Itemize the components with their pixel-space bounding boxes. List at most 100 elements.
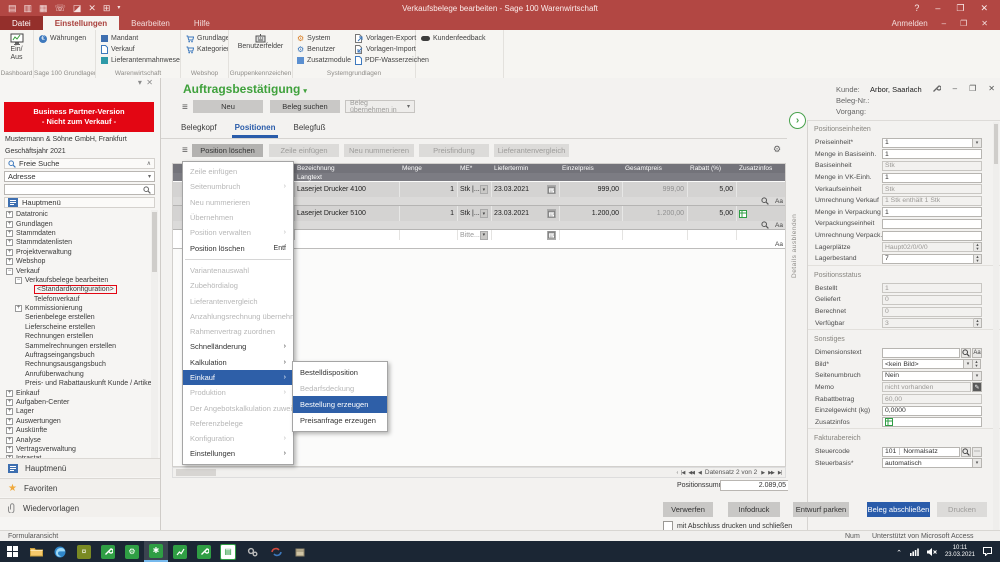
column-header-gesamtpreis[interactable]: Gesamtpreis [622, 164, 687, 173]
tree-item-aufgaben-center[interactable]: +Aufgaben-Center [2, 398, 151, 407]
footer-button-entwurf-parken[interactable]: Entwurf parken [793, 502, 849, 517]
close-icon[interactable]: ✕ [981, 19, 988, 28]
tree-item-verkaufsbelege-bearbeiten[interactable]: −Verkaufsbelege bearbeiten [2, 276, 151, 285]
beleg-uebernehmen-select[interactable]: Beleg übernehmen in▾ [345, 100, 415, 113]
expand-icon[interactable]: + [6, 437, 13, 444]
cell-me[interactable]: Stk |...▾ [457, 182, 491, 197]
expand-icon[interactable]: + [6, 390, 13, 397]
tree-item-rechnungen-erstellen[interactable]: Rechnungen erstellen [2, 332, 151, 341]
tree-item-vertragsverwaltung[interactable]: +Vertragsverwaltung [2, 445, 151, 454]
edit-pencil-icon[interactable]: ✎ [972, 382, 982, 392]
search-icon[interactable] [961, 348, 971, 358]
field-input[interactable] [882, 219, 982, 229]
cell-rabatt[interactable]: 5,00 [687, 182, 736, 197]
text-format-icon[interactable]: Aa [775, 241, 783, 248]
chevron-down-icon[interactable]: ▾ [973, 458, 982, 468]
save-icon[interactable]: ▤ [8, 0, 17, 16]
search-icon[interactable] [761, 221, 769, 229]
column-header-menge[interactable]: Menge [399, 164, 457, 173]
field-input[interactable]: 1 [882, 138, 973, 148]
grid-settings-gear-icon[interactable]: ⚙ [773, 144, 781, 155]
search-icon[interactable] [761, 197, 769, 205]
submenu-item-bestelldisposition[interactable]: Bestelldisposition [293, 364, 387, 380]
field-input[interactable] [882, 417, 982, 427]
ribbon-item-kundenfeedback[interactable]: Kundenfeedback [421, 33, 503, 44]
tree-item-lager[interactable]: +Lager [2, 407, 151, 416]
search-input[interactable] [4, 184, 155, 195]
start-button[interactable] [0, 541, 24, 562]
record-prev-icon[interactable]: ◀ [698, 470, 701, 476]
sage-tools-icon[interactable] [192, 541, 216, 562]
cell-rabatt[interactable]: 5,00 [687, 206, 736, 221]
panel-scrollbar[interactable] [993, 122, 999, 532]
restore-icon[interactable]: ❐ [960, 19, 967, 28]
cell-einzelpreis[interactable]: 999,00 [559, 182, 622, 197]
close-icon[interactable]: ✕ [988, 84, 995, 93]
ribbon-tab-bearbeiten[interactable]: Bearbeiten [119, 16, 182, 30]
chevron-down-icon[interactable]: ▾ [973, 371, 982, 381]
ribbon-item-währungen[interactable]: €Währungen [39, 33, 95, 44]
sidebar-pin-close[interactable]: ▾ ✕ [0, 78, 159, 90]
ribbon-item-benutzerfelder[interactable]: Benutzerfelder [229, 30, 292, 51]
horizontal-scrollbar[interactable] [176, 469, 216, 476]
grid-menu-icon[interactable]: ≡ [182, 145, 188, 156]
beleg-suchen-button[interactable]: Beleg suchen [270, 100, 340, 113]
field-input[interactable]: automatisch [882, 458, 973, 468]
ribbon-item-grundlagen[interactable]: Grundlagen [186, 33, 228, 44]
minimize-icon[interactable]: – [953, 84, 957, 93]
import-icon[interactable]: ◪ [73, 0, 82, 16]
quick-access-dropdown-icon[interactable]: ▾ [117, 0, 120, 16]
me-dropdown-icon[interactable]: ▾ [480, 185, 488, 194]
expand-icon[interactable]: + [6, 258, 13, 265]
collapse-icon[interactable]: − [15, 277, 22, 284]
cell-zusatzinfos[interactable] [736, 182, 786, 197]
footer-button-infodruck[interactable]: Infodruck [728, 502, 780, 517]
restore-icon[interactable]: ❐ [956, 3, 964, 14]
spinner-icon[interactable]: ▲▼ [974, 318, 982, 328]
tree-item-auskünfte[interactable]: +Auskünfte [2, 426, 151, 435]
menu-item-position-löschen[interactable]: Position löschenEntf [183, 240, 293, 255]
sidebar-scrollbar[interactable] [151, 210, 158, 464]
record-next-page-icon[interactable]: ▶▶ [768, 470, 774, 476]
cell-bezeichnung[interactable]: Laserjet Drucker 5100 [294, 206, 399, 221]
cell-einzelpreis[interactable]: 1.200,00 [559, 206, 622, 221]
tree-item-stammdatenlisten[interactable]: +Stammdatenlisten [2, 238, 151, 247]
sidebar-nav-wiedervorlagen[interactable]: Wiedervorlagen [0, 498, 160, 517]
tree-item-auswertungen[interactable]: +Auswertungen [2, 417, 151, 426]
tree-item-analyse[interactable]: +Analyse [2, 435, 151, 444]
record-prev-page-icon[interactable]: ◀◀ [688, 470, 694, 476]
free-search-header[interactable]: Freie Suche ∧ [4, 158, 155, 169]
chevron-down-icon[interactable]: ▾ [973, 138, 982, 148]
tab-positionen[interactable]: Positionen [226, 118, 285, 138]
document-title[interactable]: Auftragsbestätigung▾ [183, 82, 307, 96]
ribbon-item-system[interactable]: ⚙System [297, 33, 351, 44]
archive-icon[interactable] [288, 541, 312, 562]
me-dropdown-icon[interactable]: ▾ [480, 231, 488, 240]
tree-item-kommissionierung[interactable]: +Kommissionierung [2, 304, 151, 313]
close-icon[interactable]: ✕ [980, 3, 988, 14]
details-toggle-label[interactable]: Details ausblenden [791, 138, 798, 278]
ribbon-tab-einstellungen[interactable]: Einstellungen [43, 16, 119, 30]
cell-menge[interactable]: 1 [399, 182, 457, 197]
tree-item-stammdaten[interactable]: +Stammdaten [2, 229, 151, 238]
field-input[interactable]: 101Normalsatz [882, 447, 960, 457]
spinner-icon[interactable]: ▲▼ [973, 359, 981, 369]
expand-icon[interactable]: + [15, 305, 22, 312]
more-options-icon[interactable]: ⋯ [972, 447, 982, 457]
text-format-icon[interactable]: Aa [775, 222, 783, 229]
column-header-langtext[interactable]: Langtext [294, 173, 399, 181]
pin-icon[interactable]: ▾ [138, 78, 142, 87]
toolbar-button-position-löschen[interactable]: Position löschen [192, 144, 263, 157]
search-type-select[interactable]: Adresse ▾ [4, 171, 155, 182]
tree-item-anrufüberwachung[interactable]: Anrufüberwachung [2, 370, 151, 379]
taskbar-clock[interactable]: 10:1123.03.2021 [945, 545, 975, 559]
expand-icon[interactable]: + [6, 418, 13, 425]
sage-document-icon[interactable]: ▤ [216, 541, 240, 562]
tree-item-einkauf[interactable]: +Einkauf [2, 388, 151, 397]
minimize-icon[interactable]: – [935, 3, 940, 14]
close-icon[interactable]: ✕ [88, 0, 96, 16]
ribbon-item-zusatzmodule[interactable]: Zusatzmodule [297, 55, 351, 66]
ribbon-tab-datei[interactable]: Datei [0, 16, 43, 30]
expand-icon[interactable]: + [6, 211, 13, 218]
sidebar-nav-hauptmenü[interactable]: Hauptmenü [0, 458, 160, 477]
